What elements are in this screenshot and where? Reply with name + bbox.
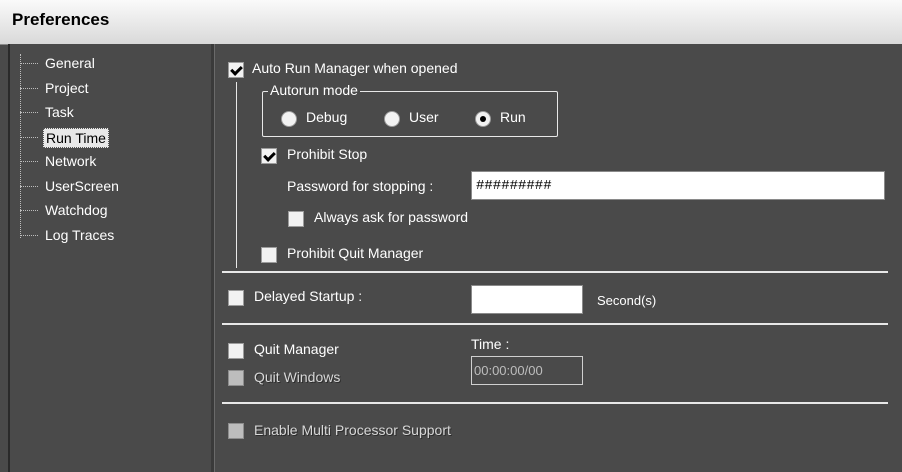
always-ask-checkbox[interactable] bbox=[288, 211, 304, 227]
multi-processor-label: Enable Multi Processor Support bbox=[254, 422, 451, 438]
window-titlebar: Preferences bbox=[0, 0, 902, 45]
password-label: Password for stopping : bbox=[287, 178, 434, 194]
autorun-mode-title: Autorun mode bbox=[268, 82, 360, 98]
quit-manager-label: Quit Manager bbox=[254, 341, 339, 357]
always-ask-label: Always ask for password bbox=[314, 209, 469, 225]
sidebar-item-label: Log Traces bbox=[45, 226, 115, 243]
password-input[interactable]: ######### bbox=[471, 171, 885, 200]
auto-run-bracket-line bbox=[236, 82, 237, 268]
sidebar-item-label: Run Time bbox=[43, 127, 109, 148]
sidebar-item-label: General bbox=[45, 55, 95, 71]
sidebar-item-label: Network bbox=[45, 153, 97, 169]
separator bbox=[222, 323, 888, 325]
prohibit-stop-label: Prohibit Stop bbox=[287, 146, 368, 162]
run-radio[interactable] bbox=[475, 111, 491, 127]
run-radio-label: Run bbox=[500, 109, 526, 125]
delayed-startup-checkbox[interactable] bbox=[228, 290, 244, 306]
sidebar-item-label: Task bbox=[45, 104, 74, 120]
debug-radio[interactable] bbox=[281, 111, 297, 127]
separator bbox=[222, 271, 888, 273]
seconds-unit-label: Second(s) bbox=[597, 293, 657, 308]
multi-processor-checkbox[interactable] bbox=[228, 423, 244, 439]
prohibit-quit-checkbox[interactable] bbox=[261, 247, 277, 263]
delayed-startup-label: Delayed Startup : bbox=[254, 288, 363, 304]
delayed-startup-seconds-input[interactable] bbox=[471, 285, 583, 314]
window-title: Preferences bbox=[12, 10, 110, 29]
quit-manager-checkbox[interactable] bbox=[228, 343, 244, 359]
auto-run-label: Auto Run Manager when opened bbox=[252, 60, 458, 76]
quit-windows-checkbox[interactable] bbox=[228, 370, 244, 386]
sidebar-item-label: Watchdog bbox=[45, 202, 108, 218]
time-label: Time : bbox=[471, 336, 510, 352]
prohibit-quit-label: Prohibit Quit Manager bbox=[287, 245, 424, 261]
prohibit-stop-checkbox[interactable] bbox=[261, 148, 277, 164]
quit-windows-label: Quit Windows bbox=[254, 369, 341, 385]
sidebar-item-label: UserScreen bbox=[45, 177, 119, 194]
debug-radio-label: Debug bbox=[306, 109, 348, 125]
sidebar-item-label: Project bbox=[45, 79, 89, 96]
separator bbox=[222, 402, 888, 404]
user-radio[interactable] bbox=[384, 111, 400, 127]
sidebar bbox=[8, 44, 214, 472]
user-radio-label: User bbox=[409, 109, 439, 125]
time-input[interactable]: 00:00:00/00 bbox=[471, 356, 583, 385]
auto-run-checkbox[interactable] bbox=[228, 62, 244, 78]
